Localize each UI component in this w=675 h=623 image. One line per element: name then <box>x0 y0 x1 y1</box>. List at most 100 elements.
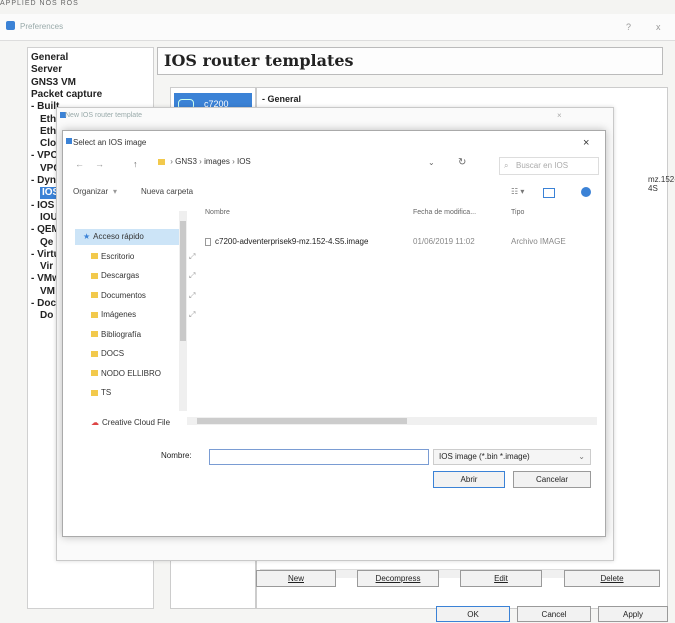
close-icon[interactable]: × <box>583 137 589 149</box>
help-icon[interactable] <box>581 187 591 197</box>
up-arrow-icon[interactable]: ↑ <box>133 159 138 169</box>
folder-icon <box>91 370 98 377</box>
cancel-file-button[interactable]: Cancelar <box>513 471 591 488</box>
file-icon <box>205 237 211 246</box>
folder-icon <box>91 292 98 299</box>
command-bar: Organizar ▾ Nueva carpeta ☷ ▾ <box>73 187 593 201</box>
window-title: Preferences <box>20 22 64 31</box>
nav-item[interactable]: Escritorio ⤢ <box>91 249 195 265</box>
column-name[interactable]: Nombre <box>205 209 230 216</box>
app-icon <box>6 21 15 30</box>
file-list-scrollbar[interactable] <box>187 417 597 425</box>
top-strip: APPLIED NOS ROS <box>0 0 79 7</box>
file-type: Archivo IMAGE <box>511 237 566 246</box>
close-button[interactable]: x <box>656 22 661 32</box>
forward-arrow-icon[interactable]: → <box>95 159 104 169</box>
page-title-text: IOS router templates <box>164 51 354 70</box>
new-button[interactable]: New <box>256 570 336 587</box>
tree-item[interactable]: Qe <box>40 237 53 249</box>
folder-icon <box>91 389 98 396</box>
nav-item[interactable]: DOCS <box>91 346 124 362</box>
help-button[interactable]: ? <box>626 22 631 32</box>
filename-label: Nombre: <box>161 451 192 460</box>
star-icon: ★ <box>83 232 91 241</box>
filename-input[interactable] <box>209 449 429 465</box>
nav-item-label: Bibliografía <box>101 329 142 339</box>
new-folder-button[interactable]: Nueva carpeta <box>141 187 193 196</box>
view-options-icon[interactable]: ☷ ▾ <box>511 187 524 196</box>
nav-item-label: Creative Cloud File <box>102 417 171 427</box>
preview-pane-icon[interactable] <box>543 188 555 198</box>
tree-item[interactable]: Do <box>40 310 53 322</box>
filetype-value: IOS image (*.bin *.image) <box>439 452 530 461</box>
scrollbar-thumb[interactable] <box>180 221 186 341</box>
tree-item[interactable]: VM <box>40 286 55 298</box>
nav-item-label: Escritorio <box>101 251 135 261</box>
nav-item[interactable]: ★ Acceso rápido <box>75 229 179 245</box>
nav-item-label: Documentos <box>101 290 146 300</box>
nav-item[interactable]: NODO ELLIBRO <box>91 366 161 382</box>
search-input[interactable]: ⌕ Buscar en IOS <box>499 157 599 175</box>
cancel-button[interactable]: Cancel <box>517 606 591 622</box>
file-row[interactable]: c7200-adventerprisek9-mz.152-4.S5.image … <box>205 237 585 249</box>
folder-icon <box>158 158 165 165</box>
navigation-pane: ★ Acceso rápido Escritorio ⤢ Descargas ⤢ Docum… <box>73 215 195 435</box>
nav-item-label: Acceso rápido <box>93 232 144 241</box>
chevron-down-icon[interactable]: ⌄ <box>428 158 435 167</box>
organize-button[interactable]: Organizar <box>73 187 108 196</box>
pin-icon: ⤢ <box>189 251 196 261</box>
nav-scrollbar[interactable] <box>179 211 187 411</box>
back-arrow-icon[interactable]: ← <box>75 159 84 169</box>
scrollbar-thumb[interactable] <box>197 418 407 424</box>
nav-item[interactable]: Documentos ⤢ <box>91 288 195 304</box>
path-segment-ios[interactable]: IOS <box>237 157 251 166</box>
tree-item[interactable]: Packet capture <box>31 89 102 101</box>
tree-item[interactable]: Server <box>31 64 62 76</box>
open-button[interactable]: Abrir <box>433 471 505 488</box>
edit-button[interactable]: Edit <box>460 570 542 587</box>
search-placeholder: Buscar en IOS <box>516 161 569 170</box>
chevron-down-icon: ⌄ <box>578 452 585 461</box>
folder-icon <box>91 253 98 260</box>
search-icon: ⌕ <box>504 161 509 170</box>
nav-item[interactable]: Descargas ⤢ <box>91 268 195 284</box>
pin-icon: ⤢ <box>189 290 196 300</box>
tree-item[interactable]: Eth <box>40 126 56 138</box>
nav-item[interactable]: Imágenes ⤢ <box>91 307 195 323</box>
column-type[interactable]: Tipo <box>511 209 524 216</box>
cloud-icon: ☁ <box>91 417 99 427</box>
address-bar[interactable]: › GNS3 › images › IOS ⌄ ↻ <box>158 157 488 175</box>
tree-item[interactable]: Eth <box>40 114 56 126</box>
nav-item[interactable]: Bibliografía <box>91 327 141 343</box>
tree-item[interactable]: Vir <box>40 261 53 273</box>
nav-item-label: DOCS <box>101 349 125 358</box>
filetype-select[interactable]: IOS image (*.bin *.image) ⌄ <box>433 449 591 465</box>
folder-icon <box>91 350 98 357</box>
file-name-text: c7200-adventerprisek9-mz.152-4.S5.image <box>215 237 369 246</box>
pin-icon: ⤢ <box>189 271 196 280</box>
decompress-button[interactable]: Decompress <box>357 570 439 587</box>
apply-button[interactable]: Apply <box>598 606 668 622</box>
file-date: 01/06/2019 11:02 <box>413 237 475 246</box>
tree-item[interactable]: General <box>31 52 68 64</box>
nav-item-label: Descargas <box>101 271 140 280</box>
path-segment-gns3[interactable]: GNS3 <box>175 157 197 166</box>
chevron-down-icon: ▾ <box>113 187 118 196</box>
nav-item[interactable]: ☁ Creative Cloud File <box>91 415 170 431</box>
dialog-app-icon <box>66 138 72 144</box>
folder-icon <box>91 311 98 318</box>
ok-button[interactable]: OK <box>436 606 510 622</box>
refresh-icon[interactable]: ↻ <box>458 157 466 168</box>
tree-item[interactable]: GNS3 VM <box>31 77 76 89</box>
delete-button[interactable]: Delete <box>564 570 660 587</box>
column-date[interactable]: Fecha de modifica... <box>413 209 476 216</box>
image-name-value: mz.152-4S <box>648 175 675 193</box>
pin-icon: ⤢ <box>189 310 196 319</box>
close-icon[interactable]: × <box>557 111 562 120</box>
title-bar: Preferences ? x <box>0 14 675 41</box>
path-segment-images[interactable]: images <box>204 157 230 166</box>
tree-item[interactable]: Clo <box>40 138 56 150</box>
nav-item[interactable]: TS <box>91 385 111 401</box>
folder-icon <box>91 331 98 338</box>
file-name: c7200-adventerprisek9-mz.152-4.S5.image <box>205 237 368 246</box>
